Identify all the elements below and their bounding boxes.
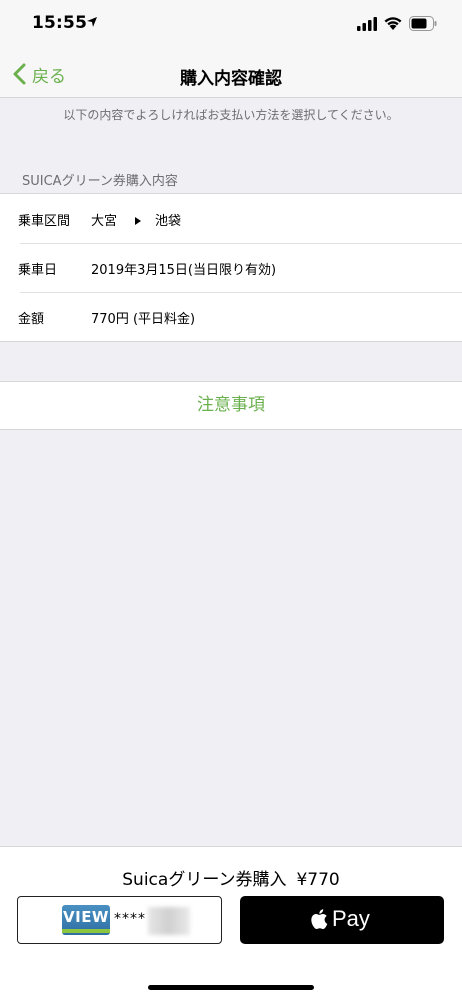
payment-panel: Suicaグリーン券購入 ¥770 VIEW **** Pay bbox=[0, 846, 462, 1000]
detail-row-date: 乗車日 2019年3月15日(当日限り有効) bbox=[0, 243, 462, 292]
card-number-blurred bbox=[148, 907, 190, 935]
view-logo-stripe bbox=[62, 929, 110, 933]
view-logo-text: VIEW bbox=[63, 908, 109, 926]
route-value: 大宮 池袋 bbox=[91, 210, 181, 229]
summary-price: ¥770 bbox=[296, 870, 340, 890]
card-number-mask: **** bbox=[114, 911, 146, 927]
apple-pay-label: Pay bbox=[332, 906, 370, 931]
detail-row-route: 乗車区間 大宮 池袋 bbox=[0, 194, 462, 243]
apple-pay-button[interactable]: Pay bbox=[240, 896, 444, 944]
caution-link[interactable]: 注意事項 bbox=[0, 381, 462, 430]
battery-icon bbox=[409, 16, 437, 31]
detail-row-amount: 金額 770円 (平日料金) bbox=[0, 292, 462, 341]
home-indicator[interactable] bbox=[148, 985, 314, 990]
location-arrow-icon bbox=[87, 17, 97, 27]
date-label: 乗車日 bbox=[18, 263, 58, 278]
route-to: 池袋 bbox=[155, 214, 182, 229]
purchase-details-table: 乗車区間 大宮 池袋 乗車日 2019年3月15日(当日限り有効) 金額 770円… bbox=[0, 193, 462, 342]
section-header: SUICAグリーン券購入内容 bbox=[22, 174, 178, 189]
amount-label: 金額 bbox=[18, 312, 45, 327]
status-bar: 15:55 bbox=[0, 0, 462, 50]
status-time: 15:55 bbox=[32, 13, 88, 33]
apple-logo-icon bbox=[311, 909, 328, 930]
date-value: 2019年3月15日(当日限り有効) bbox=[91, 263, 277, 278]
route-from: 大宮 bbox=[91, 214, 118, 229]
signal-icon bbox=[357, 17, 377, 31]
wifi-icon bbox=[384, 17, 402, 30]
page-title: 購入内容確認 bbox=[180, 69, 282, 89]
instruction-text: 以下の内容でよろしければお支払い方法を選択してください。 bbox=[63, 108, 399, 122]
route-arrow-icon bbox=[135, 217, 142, 225]
amount-value: 770円 (平日料金) bbox=[91, 312, 196, 327]
route-label: 乗車区間 bbox=[18, 214, 71, 229]
view-card-logo: VIEW bbox=[62, 905, 110, 935]
navigation-bar: 戻る 購入内容確認 bbox=[0, 50, 462, 98]
purchase-summary: Suicaグリーン券購入 ¥770 bbox=[0, 865, 462, 890]
summary-label: Suicaグリーン券購入 bbox=[122, 870, 287, 890]
view-card-pay-button[interactable]: VIEW **** bbox=[17, 896, 222, 944]
